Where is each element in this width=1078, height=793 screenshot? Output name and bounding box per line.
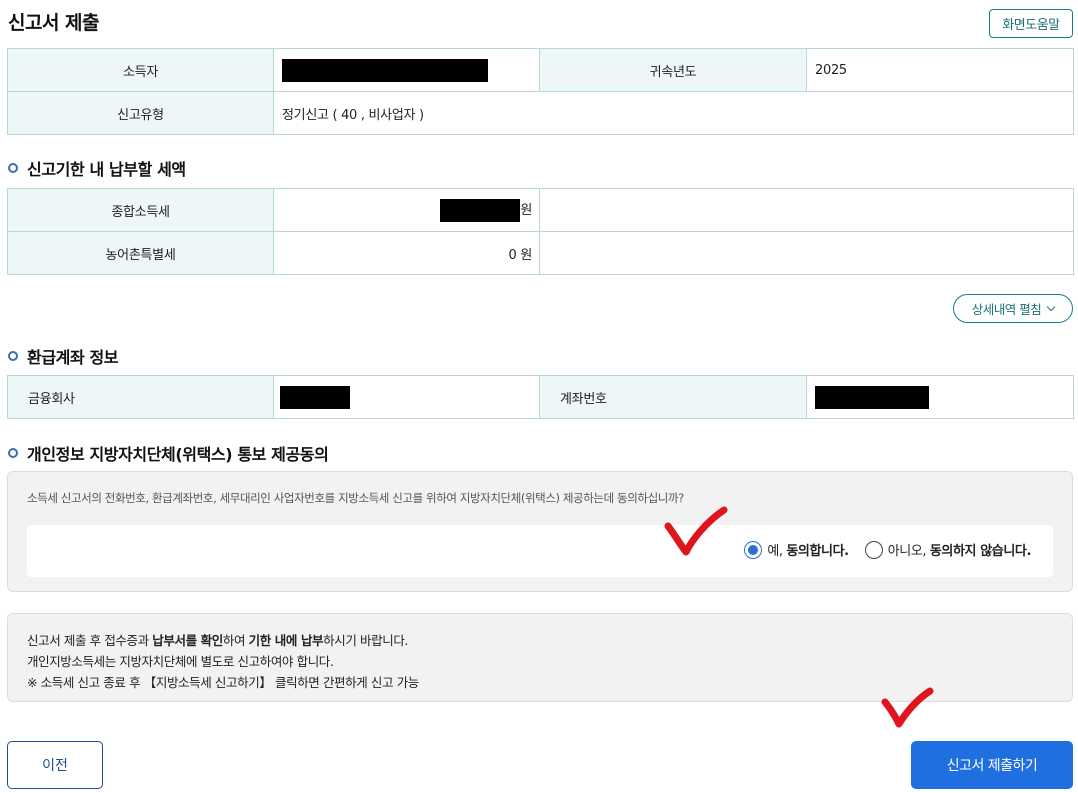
consent-options-panel: 예, 동의합니다. 아니오, 동의하지 않습니다.	[27, 525, 1053, 577]
notice-line-3: ※ 소득세 신고 종료 후 【지방소득세 신고하기】 클릭하면 간편하게 신고 …	[27, 675, 419, 690]
filing-type-label: 신고유형	[7, 91, 274, 135]
expand-details-button[interactable]: 상세내역 펼침	[953, 294, 1073, 323]
empty-cell	[539, 231, 1074, 275]
account-number-label: 계좌번호	[539, 375, 807, 419]
summary-table: 소득자 귀속년도 2025 신고유형 정기신고 ( 40 , 비사업자 )	[7, 48, 1074, 135]
page-title: 신고서 제출	[8, 12, 100, 34]
consent-question: 소득세 신고서의 전화번호, 환급계좌번호, 세무대리인 사업자번호를 지방소득…	[27, 491, 684, 505]
redacted-name	[282, 58, 488, 82]
account-number-value	[806, 375, 1074, 419]
consent-radio-group: 예, 동의합니다. 아니오, 동의하지 않습니다.	[744, 540, 1031, 559]
tax-year-value: 2025	[806, 48, 1074, 92]
chevron-down-icon	[1046, 302, 1056, 311]
consent-section-title: 개인정보 지방자치단체(위택스) 통보 제공동의	[8, 441, 329, 465]
bank-value	[273, 375, 540, 419]
radio-checked-icon[interactable]	[744, 540, 763, 559]
consent-no-option[interactable]: 아니오, 동의하지 않습니다.	[864, 540, 1031, 559]
income-earner-value	[273, 48, 540, 92]
income-earner-label: 소득자	[7, 48, 274, 92]
previous-button[interactable]: 이전	[7, 741, 103, 789]
notice-box: 신고서 제출 후 접수증과 납부서를 확인하여 기한 내에 납부하시기 바랍니다…	[7, 613, 1073, 702]
notice-line-1: 신고서 제출 후 접수증과 납부서를 확인하여 기한 내에 납부하시기 바랍니다…	[27, 633, 409, 648]
tax-table: 종합소득세 원 농어촌특별세 0 원	[7, 188, 1074, 275]
redacted-bank	[280, 385, 350, 409]
rural-special-tax-label: 농어촌특별세	[7, 231, 274, 275]
income-tax-amount: 원	[273, 188, 540, 232]
refund-table: 금융회사 계좌번호	[7, 375, 1074, 419]
circle-bullet-icon	[8, 351, 18, 361]
submit-return-button[interactable]: 신고서 제출하기	[911, 741, 1073, 789]
consent-yes-option[interactable]: 예, 동의합니다.	[744, 540, 849, 559]
circle-bullet-icon	[8, 163, 18, 173]
rural-special-tax-amount: 0 원	[273, 231, 540, 275]
circle-bullet-icon	[8, 448, 18, 458]
income-tax-label: 종합소득세	[7, 188, 274, 232]
tax-section-title: 신고기한 내 납부할 세액	[8, 156, 186, 180]
notice-line-2: 개인지방소득세는 지방자치단체에 별도로 신고하여야 합니다.	[27, 654, 334, 669]
empty-cell	[539, 188, 1074, 232]
consent-box: 소득세 신고서의 전화번호, 환급계좌번호, 세무대리인 사업자번호를 지방소득…	[7, 471, 1073, 592]
redacted-account	[815, 385, 929, 409]
filing-type-value: 정기신고 ( 40 , 비사업자 )	[273, 91, 1074, 135]
screen-help-button[interactable]: 화면도움말	[989, 9, 1073, 38]
tax-year-label: 귀속년도	[539, 48, 807, 92]
bank-label: 금융회사	[7, 375, 274, 419]
refund-section-title: 환급계좌 정보	[8, 344, 118, 368]
radio-unchecked-icon[interactable]	[864, 540, 883, 559]
redacted-amount	[440, 198, 521, 222]
